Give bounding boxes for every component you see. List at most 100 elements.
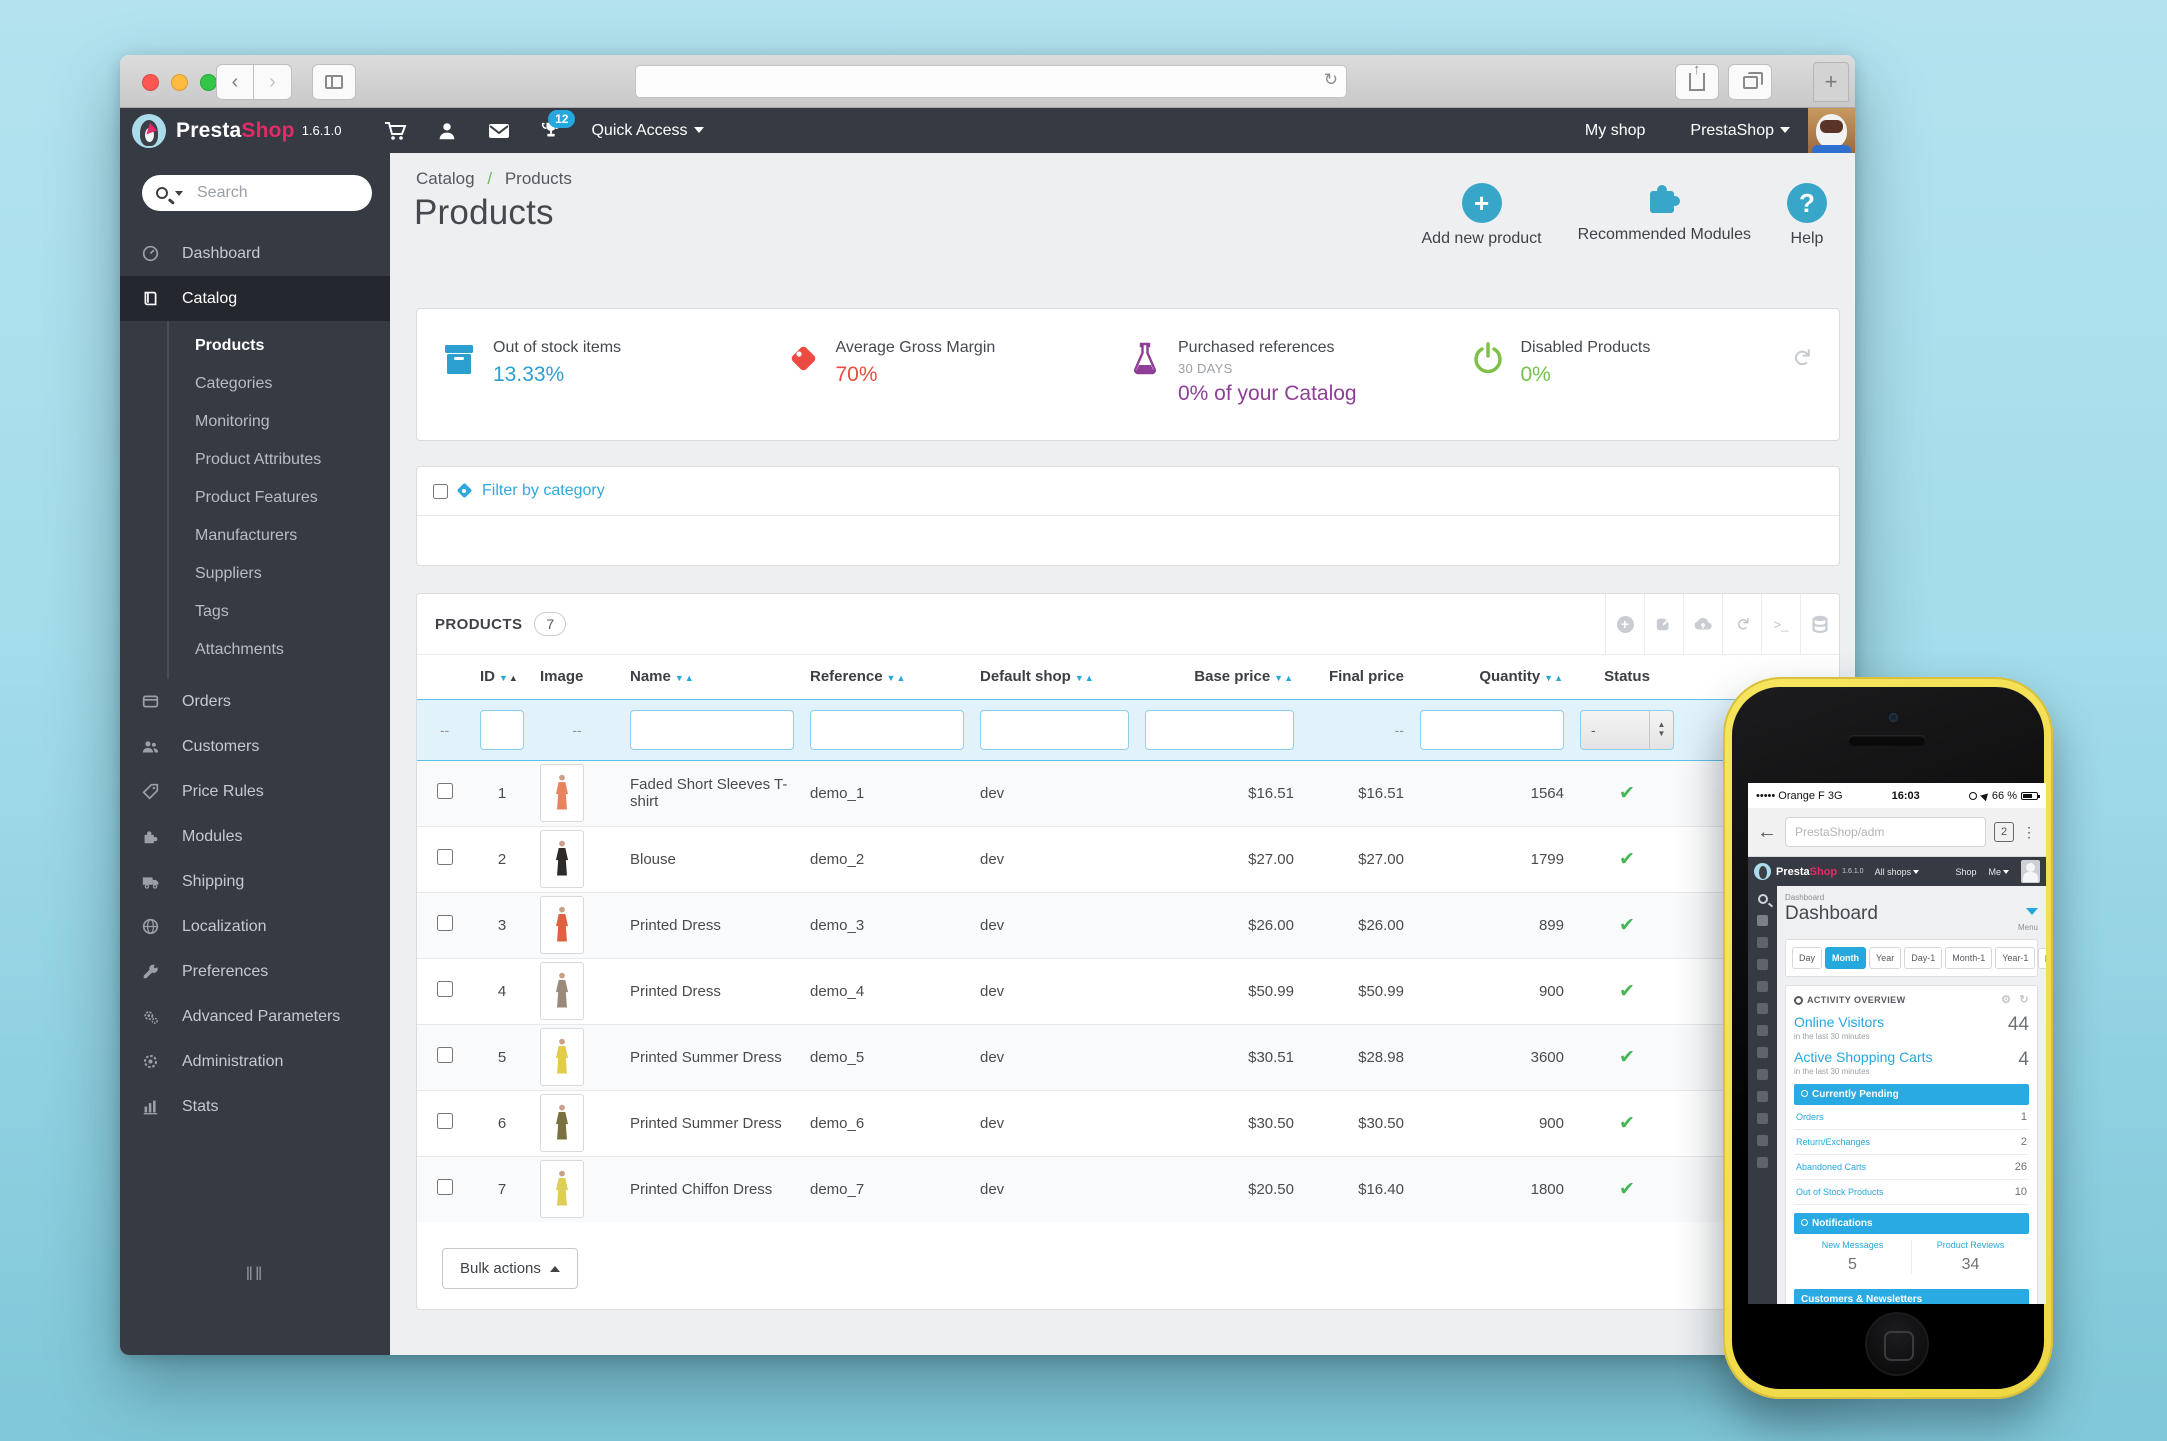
import-button[interactable]	[1683, 594, 1722, 654]
sidebar-subitem-product-features[interactable]: Product Features	[120, 479, 390, 517]
notifications-menu[interactable]: 12	[525, 120, 577, 142]
row-checkbox[interactable]	[437, 783, 453, 799]
my-shop-link[interactable]: My shop	[1585, 122, 1645, 140]
filter-by-category-link[interactable]: Filter by category	[482, 482, 605, 500]
close-window-button[interactable]	[142, 74, 159, 91]
overflow-menu-icon[interactable]: ⋮	[2022, 824, 2037, 841]
stepper-icons[interactable]: ▲▼	[1649, 711, 1673, 749]
row-checkbox[interactable]	[437, 1047, 453, 1063]
gear-icon[interactable]: ⚙	[2001, 993, 2011, 1006]
pending-row[interactable]: Abandoned Carts26	[1794, 1155, 2029, 1180]
advanced-parameters-icon[interactable]	[1757, 1113, 1768, 1124]
sort-icons[interactable]: ▼▲	[1075, 673, 1095, 683]
home-button[interactable]	[1865, 1312, 1929, 1376]
table-row[interactable]: 1 Faded Short Sleeves T-shirt demo_1 dev…	[417, 760, 1841, 826]
pending-row[interactable]: Orders1	[1794, 1105, 2029, 1130]
sidebar-item-modules[interactable]: Modules	[120, 814, 390, 859]
sidebar-search[interactable]	[142, 175, 372, 211]
recommended-modules-button[interactable]: Recommended Modules	[1578, 183, 1751, 248]
sidebar-item-catalog[interactable]: Catalog	[120, 276, 390, 321]
browser-back-button[interactable]: ‹	[216, 64, 254, 100]
status-filter-select[interactable]: -▲▼	[1580, 710, 1674, 750]
filter-category-checkbox[interactable]	[433, 484, 448, 499]
pending-row[interactable]: Out of Stock Products10	[1794, 1180, 2029, 1205]
table-row[interactable]: 5 Printed Summer Dress demo_5 dev $30.51…	[417, 1024, 1841, 1090]
bulk-actions-button[interactable]: Bulk actions	[442, 1248, 578, 1289]
search-scope-caret-icon[interactable]	[175, 191, 183, 196]
quantity-filter-input[interactable]	[1420, 710, 1564, 750]
dashboard-icon[interactable]	[1757, 915, 1768, 926]
row-checkbox[interactable]	[437, 981, 453, 997]
user-avatar[interactable]	[1808, 108, 1855, 153]
sort-icons[interactable]: ▼▲	[1544, 673, 1564, 683]
status-enabled-icon[interactable]: ✔	[1619, 915, 1635, 936]
user-avatar[interactable]	[2021, 860, 2040, 883]
sidebar-item-price-rules[interactable]: Price Rules	[120, 769, 390, 814]
phone-menu-toggle[interactable]: Menu	[2018, 902, 2038, 932]
sidebar-subitem-monitoring[interactable]: Monitoring	[120, 403, 390, 441]
me-menu[interactable]: Me	[1988, 867, 2009, 877]
table-row[interactable]: 2 Blouse demo_2 dev $27.00 $27.00 1799 ✔	[417, 826, 1841, 892]
phone-tabs-button[interactable]: 2	[1994, 822, 2014, 842]
phone-url-field[interactable]: PrestaShop/adm	[1785, 817, 1986, 847]
url-field[interactable]: ↻	[635, 65, 1347, 98]
status-enabled-icon[interactable]: ✔	[1619, 849, 1635, 870]
preferences-icon[interactable]	[1757, 1091, 1768, 1102]
customers-icon[interactable]	[1757, 981, 1768, 992]
browser-sidebar-button[interactable]	[312, 64, 356, 100]
price-rules-icon[interactable]	[1757, 1003, 1768, 1014]
calendar-picker-button[interactable]: ▦▾	[2038, 948, 2046, 969]
range-year-1[interactable]: Year-1	[1995, 947, 2035, 969]
row-checkbox[interactable]	[437, 849, 453, 865]
shipping-icon[interactable]	[1757, 1047, 1768, 1058]
column-quantity[interactable]: Quantity▼▲	[1412, 655, 1572, 699]
status-enabled-icon[interactable]: ✔	[1619, 1047, 1635, 1068]
refresh-icon[interactable]: ↻	[2019, 993, 2029, 1006]
browser-forward-button[interactable]: ›	[254, 64, 292, 100]
administration-icon[interactable]	[1757, 1135, 1768, 1146]
search-icon[interactable]	[1758, 894, 1768, 904]
table-row[interactable]: 7 Printed Chiffon Dress demo_7 dev $20.5…	[417, 1156, 1841, 1222]
shop-selector[interactable]: PrestaShop	[1690, 122, 1790, 140]
sidebar-subitem-tags[interactable]: Tags	[120, 593, 390, 631]
sidebar-item-preferences[interactable]: Preferences	[120, 949, 390, 994]
add-product-toolbar-button[interactable]: +	[1605, 594, 1644, 654]
browser-share-button[interactable]	[1675, 64, 1719, 100]
zoom-window-button[interactable]	[200, 74, 217, 91]
sidebar-item-advanced-parameters[interactable]: Advanced Parameters	[120, 994, 390, 1039]
new-tab-button[interactable]: +	[1813, 62, 1849, 102]
sort-icons[interactable]: ▼▲	[887, 673, 907, 683]
employee-menu[interactable]	[421, 120, 473, 142]
row-checkbox[interactable]	[437, 1179, 453, 1195]
row-checkbox[interactable]	[437, 1113, 453, 1129]
sidebar-item-stats[interactable]: Stats	[120, 1084, 390, 1129]
table-row[interactable]: 3 Printed Dress demo_3 dev $26.00 $26.00…	[417, 892, 1841, 958]
back-arrow-icon[interactable]: ←	[1757, 821, 1777, 844]
sidebar-subitem-manufacturers[interactable]: Manufacturers	[120, 517, 390, 555]
localization-icon[interactable]	[1757, 1069, 1768, 1080]
shop-filter-input[interactable]	[980, 710, 1129, 750]
breadcrumb-catalog[interactable]: Catalog	[416, 169, 475, 188]
column-reference[interactable]: Reference▼▲	[802, 655, 972, 699]
refresh-list-button[interactable]: ↻	[1722, 594, 1761, 654]
pending-row[interactable]: Return/Exchanges2	[1794, 1130, 2029, 1155]
sidebar-subitem-attachments[interactable]: Attachments	[120, 631, 390, 669]
sort-icons[interactable]: ▼▲	[1274, 673, 1294, 683]
sidebar-item-dashboard[interactable]: Dashboard	[120, 231, 390, 276]
table-row[interactable]: 4 Printed Dress demo_4 dev $50.99 $50.99…	[417, 958, 1841, 1024]
minimize-window-button[interactable]	[171, 74, 188, 91]
sidebar-item-administration[interactable]: Administration	[120, 1039, 390, 1084]
all-shops-selector[interactable]: All shops	[1875, 867, 1920, 877]
status-enabled-icon[interactable]: ✔	[1619, 981, 1635, 1002]
export-sql-manager-button[interactable]	[1800, 594, 1839, 654]
messages-menu[interactable]	[473, 119, 525, 143]
export-button[interactable]	[1644, 594, 1683, 654]
range-day-1[interactable]: Day-1	[1904, 947, 1942, 969]
sidebar-collapse-handle[interactable]: ‖‖	[120, 1264, 390, 1285]
sidebar-subitem-products[interactable]: Products	[120, 327, 390, 365]
orders-icon[interactable]	[1757, 959, 1768, 970]
browser-tabs-button[interactable]	[1728, 64, 1772, 100]
help-button[interactable]: ? Help	[1787, 183, 1827, 248]
range-day[interactable]: Day	[1792, 947, 1822, 969]
show-sql-query-button[interactable]: >_	[1761, 594, 1800, 654]
